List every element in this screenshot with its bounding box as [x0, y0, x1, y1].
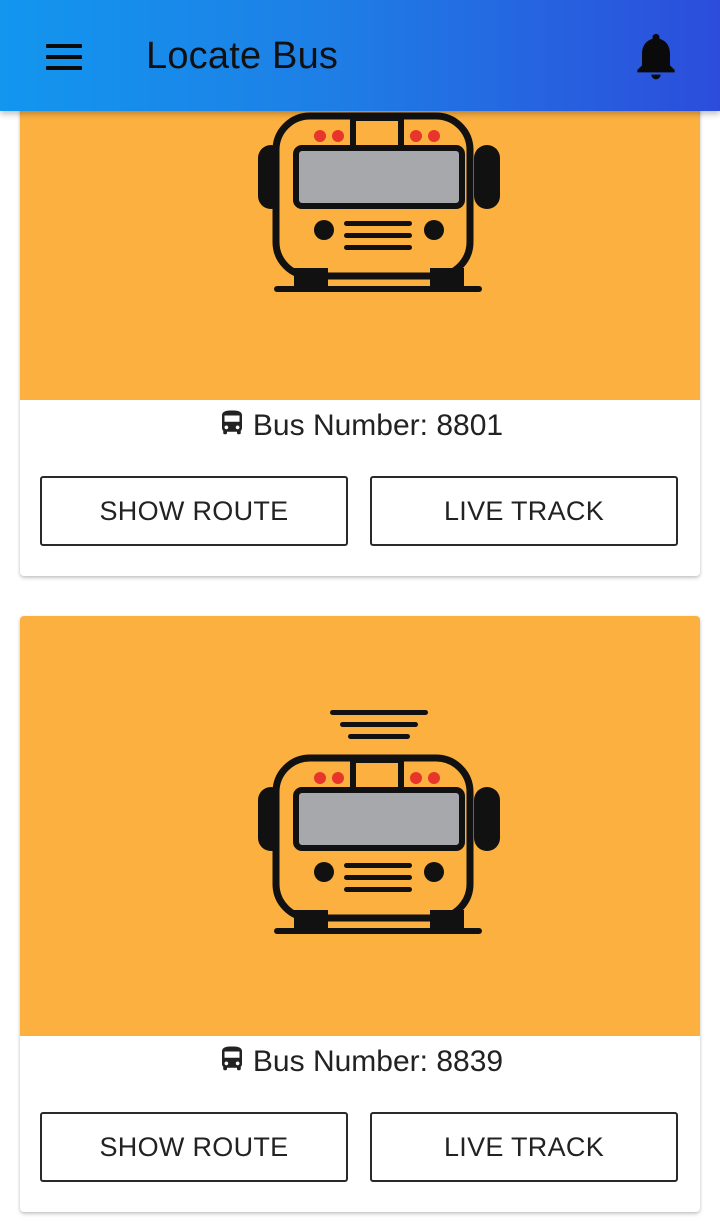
bus-card-media — [20, 616, 700, 1036]
hamburger-menu-icon[interactable] — [34, 32, 94, 82]
bus-icon — [221, 1046, 242, 1071]
show-route-button[interactable]: SHOW ROUTE — [40, 1112, 348, 1182]
bus-card: Bus Number: 8801 SHOW ROUTE LIVE TRACK — [20, 40, 700, 576]
bus-number-row: Bus Number: 8801 — [20, 408, 700, 443]
bus-number-row: Bus Number: 8839 — [20, 1044, 700, 1079]
bus-number-label: Bus Number: 8801 — [252, 409, 504, 442]
live-track-button[interactable]: LIVE TRACK — [370, 1112, 678, 1182]
bus-icon — [221, 410, 242, 435]
app-bar: Locate Bus — [0, 0, 720, 111]
bus-number-label: Bus Number: 8839 — [252, 1045, 504, 1078]
page-title: Locate Bus — [146, 35, 339, 77]
school-bus-live-signal-icon — [258, 710, 500, 934]
show-route-button[interactable]: SHOW ROUTE — [40, 476, 348, 546]
bell-icon[interactable] — [628, 28, 684, 84]
bus-card: Bus Number: 8839 SHOW ROUTE LIVE TRACK — [20, 616, 700, 1212]
live-track-button[interactable]: LIVE TRACK — [370, 476, 678, 546]
school-bus-icon — [258, 112, 500, 292]
